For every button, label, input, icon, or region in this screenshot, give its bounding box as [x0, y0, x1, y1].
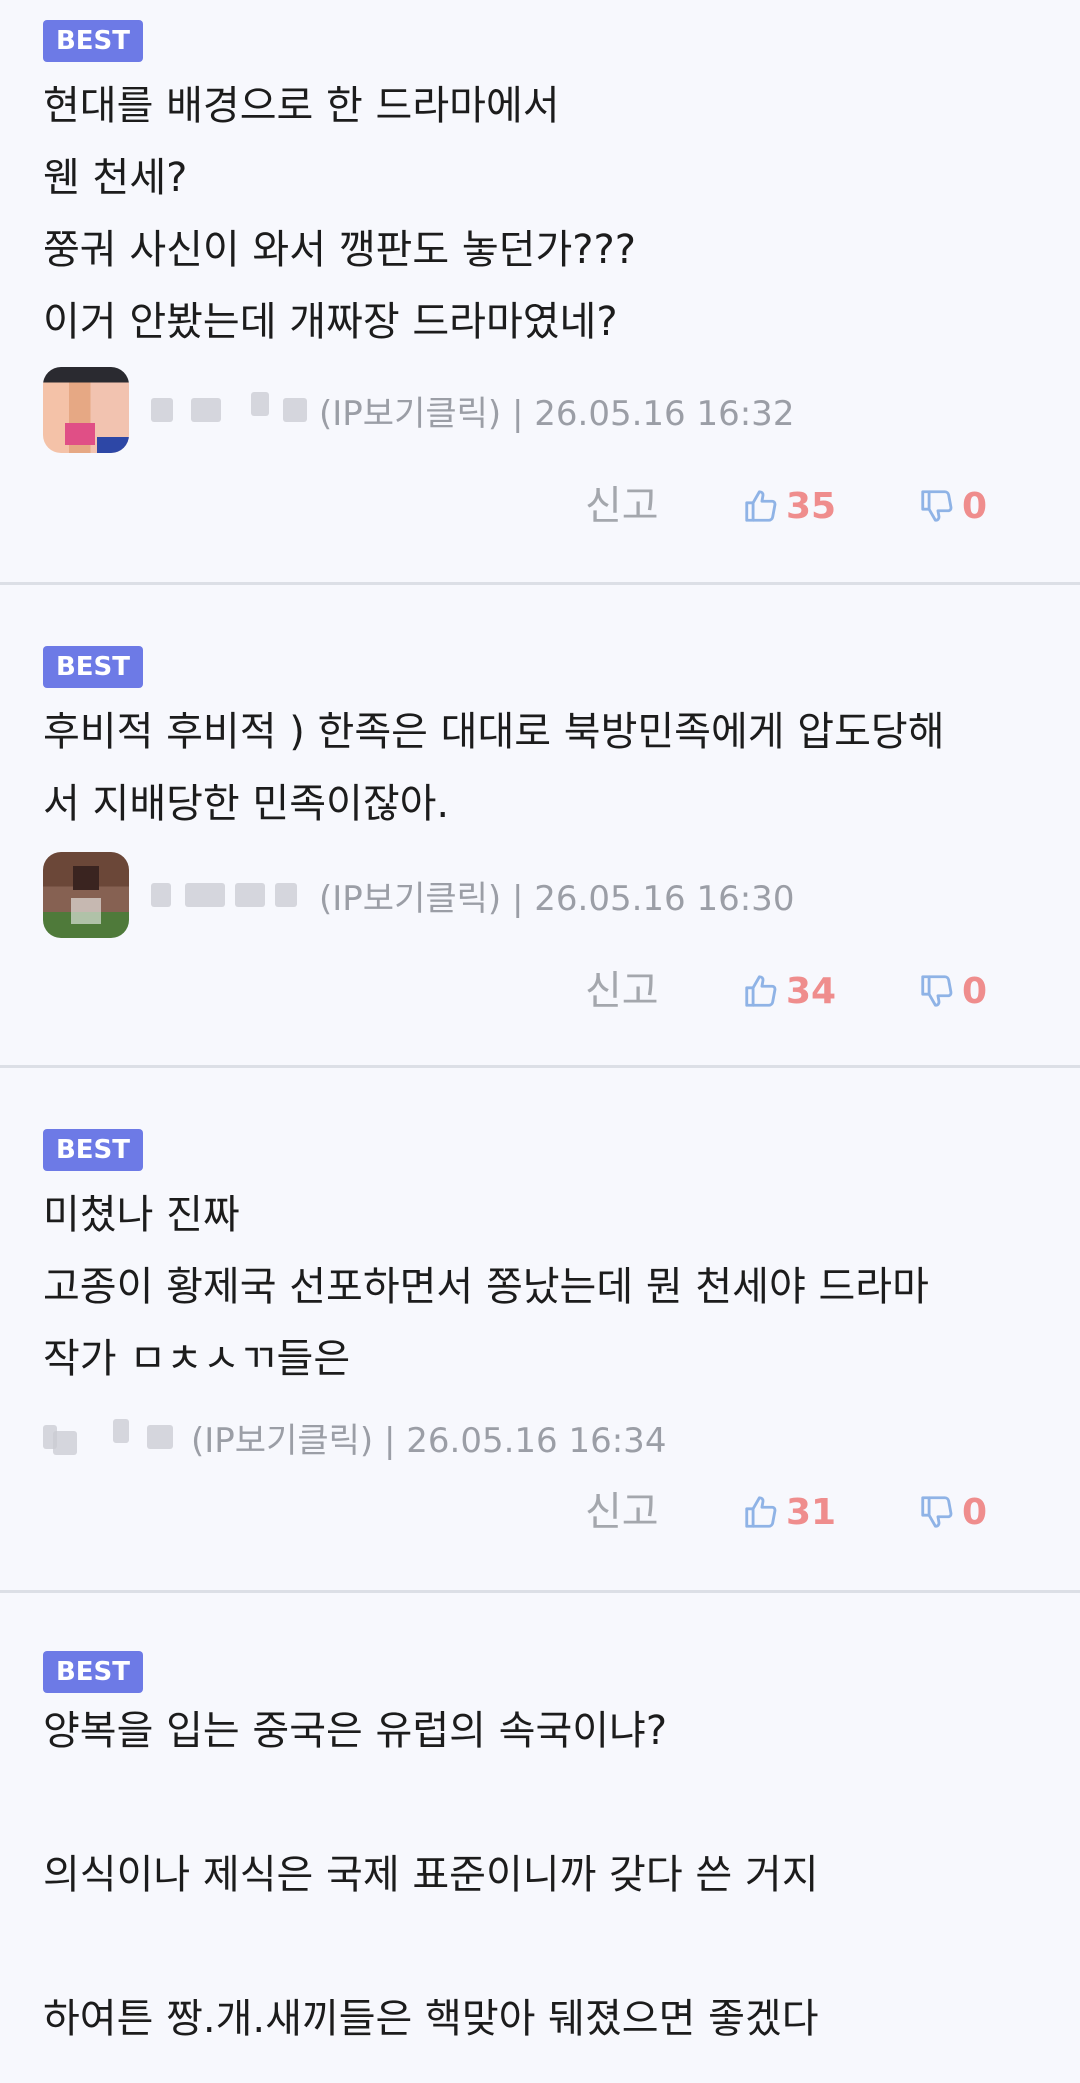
- thumbs-down-icon: [921, 490, 953, 522]
- like-count: 31: [786, 1491, 837, 1533]
- comment-line: 작가 ㅁㅊㅅㄲ들은: [43, 1336, 351, 1382]
- like-button[interactable]: 35: [742, 476, 836, 536]
- avatar[interactable]: [43, 367, 129, 453]
- comment-line: 하여튼 짱.개.새끼들은 핵맞아 뒈졌으면 좋겠다: [43, 1996, 819, 2042]
- comment-item: BEST 현대를 배경으로 한 드라마에서 웬 천세? 쭝궈 사신이 와서 깽판…: [0, 0, 1080, 585]
- comment-item: BEST 미쳤나 진짜 고종이 황제국 선포하면서 쫑났는데 뭔 천세야 드라마…: [0, 1068, 1080, 1593]
- dislike-button[interactable]: 0: [918, 476, 987, 536]
- dislike-count: 0: [962, 1491, 988, 1533]
- meta-info[interactable]: (IP보기클릭) | 26.05.16 16:32: [319, 386, 794, 435]
- comment-line: 현대를 배경으로 한 드라마에서: [43, 83, 560, 129]
- report-button[interactable]: 신고: [585, 1482, 659, 1542]
- comment-actions: 신고 34 0: [0, 961, 1080, 1021]
- comment-line: 웬 천세?: [43, 155, 188, 201]
- comment-line: 미쳤나 진짜: [43, 1192, 240, 1238]
- comment-line: 이거 안봤는데 개짜장 드라마였네?: [43, 299, 618, 345]
- thumbs-up-icon: [745, 1496, 777, 1528]
- comment-meta: (IP보기클릭) | 26.05.16 16:30: [43, 850, 794, 940]
- nickname-redacted[interactable]: [151, 390, 311, 430]
- comment-text: 현대를 배경으로 한 드라마에서 웬 천세? 쭝궈 사신이 와서 깽판도 놓던가…: [43, 70, 1050, 358]
- best-badge: BEST: [43, 1651, 143, 1693]
- comment-text: 후비적 후비적 ) 한족은 대대로 북방민족에게 압도당해 서 지배당한 민족이…: [43, 696, 1050, 840]
- comment-blank-line: [43, 1767, 1050, 1839]
- comment-text: 양복을 입는 중국은 유럽의 속국이냐? 의식이나 제식은 국제 표준이니까 갖…: [43, 1695, 1050, 2055]
- nickname-redacted[interactable]: [151, 875, 311, 915]
- like-count: 35: [786, 485, 837, 527]
- thumbs-up-icon: [745, 490, 777, 522]
- comment-meta: (IP보기클릭) | 26.05.16 16:34: [43, 1392, 666, 1482]
- report-button[interactable]: 신고: [585, 961, 659, 1021]
- comment-blank-line: [43, 1911, 1050, 1983]
- nickname-redacted[interactable]: [43, 1417, 183, 1457]
- comment-actions: 신고 35 0: [0, 476, 1080, 536]
- meta-info[interactable]: (IP보기클릭) | 26.05.16 16:34: [191, 1413, 666, 1462]
- best-badge: BEST: [43, 20, 143, 62]
- like-button[interactable]: 34: [742, 961, 836, 1021]
- comment-line: 서 지배당한 민족이잖아.: [43, 781, 450, 827]
- comment-item: BEST 양복을 입는 중국은 유럽의 속국이냐? 의식이나 제식은 국제 표준…: [0, 1593, 1080, 2083]
- comment-line: 고종이 황제국 선포하면서 쫑났는데 뭔 천세야 드라마: [43, 1264, 929, 1310]
- like-button[interactable]: 31: [742, 1482, 836, 1542]
- dislike-button[interactable]: 0: [918, 1482, 987, 1542]
- best-badge: BEST: [43, 1129, 143, 1171]
- comment-item: BEST 후비적 후비적 ) 한족은 대대로 북방민족에게 압도당해 서 지배당…: [0, 585, 1080, 1068]
- comment-actions: 신고 31 0: [0, 1482, 1080, 1542]
- thumbs-down-icon: [921, 975, 953, 1007]
- comment-line: 양복을 입는 중국은 유럽의 속국이냐?: [43, 1708, 668, 1754]
- avatar[interactable]: [43, 852, 129, 938]
- thumbs-up-icon: [745, 975, 777, 1007]
- meta-info[interactable]: (IP보기클릭) | 26.05.16 16:30: [319, 871, 794, 920]
- dislike-count: 0: [962, 485, 988, 527]
- comment-line: 의식이나 제식은 국제 표준이니까 갖다 쓴 거지: [43, 1852, 819, 1898]
- dislike-count: 0: [962, 970, 988, 1012]
- thumbs-down-icon: [921, 1496, 953, 1528]
- report-button[interactable]: 신고: [585, 476, 659, 536]
- best-badge: BEST: [43, 646, 143, 688]
- comment-line: 후비적 후비적 ) 한족은 대대로 북방민족에게 압도당해: [43, 709, 945, 755]
- comment-meta: (IP보기클릭) | 26.05.16 16:32: [43, 365, 794, 455]
- like-count: 34: [786, 970, 837, 1012]
- dislike-button[interactable]: 0: [918, 961, 987, 1021]
- comment-text: 미쳤나 진짜 고종이 황제국 선포하면서 쫑났는데 뭔 천세야 드라마 작가 ㅁ…: [43, 1179, 1050, 1395]
- comment-line: 쭝궈 사신이 와서 깽판도 놓던가???: [43, 227, 636, 273]
